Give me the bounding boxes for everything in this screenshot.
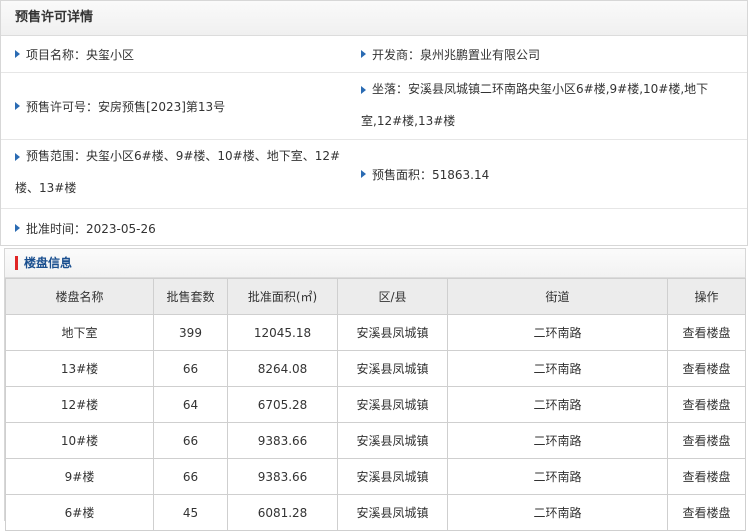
table-row: 12#楼 64 6705.28 安溪县凤城镇 二环南路 查看楼盘: [5, 386, 746, 423]
project-name: 项目名称：央玺小区: [26, 47, 135, 62]
info-row-2: 预售许可号：安房预售[2023]第13号 坐落：安溪县凤城镇二环南路央玺小区6#…: [1, 73, 747, 140]
arrow-bullet-icon: [361, 85, 366, 94]
info-row-3: 预售范围：央玺小区6#楼、9#楼、10#楼、地下室、12#楼、13#楼 预售面积…: [1, 140, 747, 209]
col-header: 街道: [447, 278, 668, 315]
location: 坐落：安溪县凤城镇二环南路央玺小区6#楼,9#楼,10#楼,地下室,12#楼,1…: [361, 82, 709, 128]
project-name-cell: 项目名称：央玺小区: [15, 36, 345, 72]
unit-count: 45: [153, 494, 228, 531]
unit-count: 64: [153, 386, 228, 423]
street: 二环南路: [447, 386, 668, 423]
permit-number: 预售许可号：安房预售[2023]第13号: [26, 99, 226, 114]
view-building-link[interactable]: 查看楼盘: [667, 494, 746, 531]
table-row: 13#楼 66 8264.08 安溪县凤城镇 二环南路 查看楼盘: [5, 350, 746, 387]
building-name: 9#楼: [5, 458, 154, 495]
street: 二环南路: [447, 422, 668, 459]
street: 二环南路: [447, 350, 668, 387]
approval-time: 批准时间：2023-05-26: [26, 221, 156, 236]
area-cell: 预售面积：51863.14: [361, 140, 731, 208]
unit-count: 66: [153, 458, 228, 495]
unit-count: 66: [153, 422, 228, 459]
approval-time-cell: 批准时间：2023-05-26: [15, 209, 345, 247]
permit-detail-panel: 预售许可详情 项目名称：央玺小区 开发商：泉州兆鹏置业有限公司 预售许可号：安房…: [0, 0, 748, 246]
location-cell: 坐落：安溪县凤城镇二环南路央玺小区6#楼,9#楼,10#楼,地下室,12#楼,1…: [361, 73, 731, 139]
table-row: 9#楼 66 9383.66 安溪县凤城镇 二环南路 查看楼盘: [5, 458, 746, 495]
scope-cell: 预售范围：央玺小区6#楼、9#楼、10#楼、地下室、12#楼、13#楼: [15, 140, 345, 208]
developer: 开发商：泉州兆鹏置业有限公司: [372, 47, 541, 62]
building-name: 10#楼: [5, 422, 154, 459]
view-building-link[interactable]: 查看楼盘: [667, 314, 746, 351]
info-row-4: 批准时间：2023-05-26: [1, 209, 747, 247]
col-header: 操作: [667, 278, 746, 315]
building-name: 6#楼: [5, 494, 154, 531]
district: 安溪县凤城镇: [337, 314, 448, 351]
district: 安溪县凤城镇: [337, 386, 448, 423]
unit-count: 66: [153, 350, 228, 387]
building-table: 楼盘名称 批售套数 批准面积(㎡) 区/县 街道 操作 地下室 399 1204…: [5, 278, 746, 531]
district: 安溪县凤城镇: [337, 494, 448, 531]
panel-title: 预售许可详情: [1, 1, 747, 36]
developer-cell: 开发商：泉州兆鹏置业有限公司: [361, 36, 731, 72]
building-name: 12#楼: [5, 386, 154, 423]
approved-area: 9383.66: [227, 422, 338, 459]
col-header: 批准面积(㎡): [227, 278, 338, 315]
approved-area: 6081.28: [227, 494, 338, 531]
red-bar-icon: [15, 256, 18, 270]
col-header: 区/县: [337, 278, 448, 315]
approved-area: 12045.18: [227, 314, 338, 351]
view-building-link[interactable]: 查看楼盘: [667, 458, 746, 495]
approved-area: 8264.08: [227, 350, 338, 387]
arrow-bullet-icon: [15, 224, 20, 232]
permit-no-cell: 预售许可号：安房预售[2023]第13号: [15, 73, 345, 139]
table-header-row: 楼盘名称 批售套数 批准面积(㎡) 区/县 街道 操作: [5, 278, 746, 315]
unit-count: 399: [153, 314, 228, 351]
view-building-link[interactable]: 查看楼盘: [667, 386, 746, 423]
view-building-link[interactable]: 查看楼盘: [667, 422, 746, 459]
arrow-bullet-icon: [15, 50, 20, 58]
view-building-link[interactable]: 查看楼盘: [667, 350, 746, 387]
col-header: 批售套数: [153, 278, 228, 315]
building-info-section: 楼盘信息 楼盘名称 批售套数 批准面积(㎡) 区/县 街道 操作 地下室 399…: [4, 248, 746, 531]
presale-scope: 预售范围：央玺小区6#楼、9#楼、10#楼、地下室、12#楼、13#楼: [15, 149, 341, 195]
district: 安溪县凤城镇: [337, 458, 448, 495]
arrow-bullet-icon: [361, 170, 366, 178]
section-title: 楼盘信息: [24, 256, 73, 270]
table-row: 10#楼 66 9383.66 安溪县凤城镇 二环南路 查看楼盘: [5, 422, 746, 459]
street: 二环南路: [447, 494, 668, 531]
building-name: 地下室: [5, 314, 154, 351]
building-name: 13#楼: [5, 350, 154, 387]
district: 安溪县凤城镇: [337, 350, 448, 387]
table-row: 6#楼 45 6081.28 安溪县凤城镇 二环南路 查看楼盘: [5, 494, 746, 531]
presale-area: 预售面积：51863.14: [372, 167, 490, 182]
approved-area: 9383.66: [227, 458, 338, 495]
arrow-bullet-icon: [15, 152, 20, 161]
street: 二环南路: [447, 458, 668, 495]
arrow-bullet-icon: [361, 50, 366, 58]
approved-area: 6705.28: [227, 386, 338, 423]
arrow-bullet-icon: [15, 102, 20, 110]
table-row: 地下室 399 12045.18 安溪县凤城镇 二环南路 查看楼盘: [5, 314, 746, 351]
info-row-1: 项目名称：央玺小区 开发商：泉州兆鹏置业有限公司: [1, 36, 747, 73]
street: 二环南路: [447, 314, 668, 351]
district: 安溪县凤城镇: [337, 422, 448, 459]
section-header: 楼盘信息: [5, 249, 745, 278]
col-header: 楼盘名称: [5, 278, 154, 315]
